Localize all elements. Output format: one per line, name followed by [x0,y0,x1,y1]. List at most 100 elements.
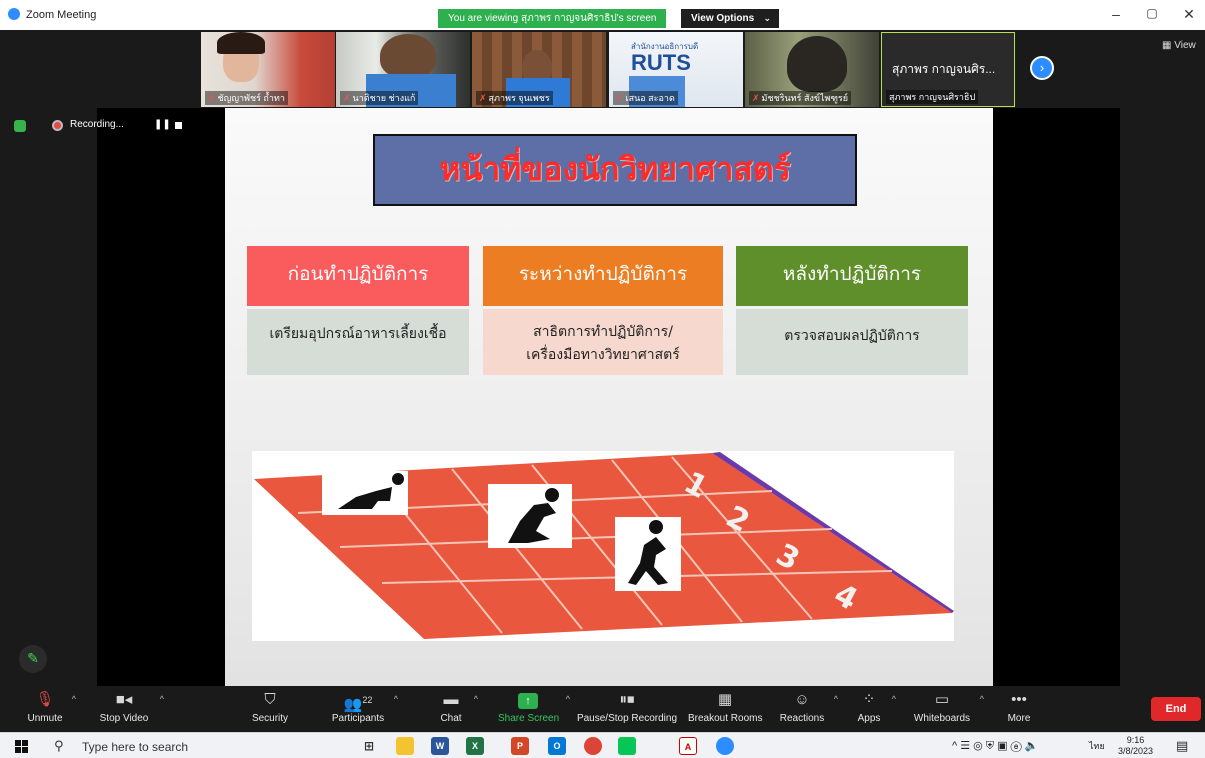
language-indicator[interactable]: ไทย [1089,739,1105,753]
view-options-button[interactable]: View Options ⌄ [681,9,779,28]
system-tray-icons[interactable]: ^ ☰ ◎ ⛨ ▣ ⓔ 🔈 [952,739,1039,753]
zoom-taskbar-icon[interactable] [716,737,734,755]
column-body-text: เครื่องมือทางวิทยาศาสตร์ [526,347,680,363]
search-placeholder: Type here to search [82,740,189,754]
powerpoint-icon[interactable]: P [511,737,529,755]
participant-name-text: เสนอ สะอาด [625,93,675,103]
participants-icon: 👥22 [343,695,373,713]
excel-icon[interactable]: X [466,737,484,755]
zoom-logo-icon [8,8,20,20]
chat-bubble-icon: ▬ [443,691,459,708]
participant-thumb[interactable]: ✗ นาติชาย ช่างแก้ [336,32,470,107]
pause-stop-recording-label: Pause/Stop Recording [576,713,678,724]
view-button[interactable]: ▦ View [1162,40,1196,51]
participant-thumb[interactable]: สำนักงานอธิการบดี RUTS ✗ เสนอ สะอาด [609,32,743,107]
windows-start-icon[interactable] [15,740,29,753]
chevron-up-icon[interactable]: ^ [160,694,164,704]
clock-date: 3/8/2023 [1118,746,1154,756]
chevron-up-icon[interactable]: ^ [980,694,984,704]
video-camera-icon: ■◂ [115,691,133,708]
chrome-icon[interactable] [584,737,602,755]
taskbar-search-box[interactable]: ⚲ Type here to search [48,735,308,757]
column-body-after: ตรวจสอบผลปฏิบัติการ [736,309,968,375]
stop-video-button[interactable]: ■◂ ^ Stop Video [96,690,164,724]
participant-thumb[interactable]: ✗ สุภาพร จุนเพชร [472,32,606,107]
org-logo-text: RUTS [631,50,691,75]
participant-thumb[interactable]: ✗ มัชชรินทร์ สังข์ไพฑูรย์ [745,32,879,107]
participants-label: Participants [331,713,385,724]
participants-count: 22 [362,695,373,705]
minimize-button[interactable]: – [1106,6,1126,22]
runner-crouch [322,471,408,515]
runner-sprint [615,517,681,591]
system-clock[interactable]: 9:16 3/8/2023 [1118,735,1153,757]
apps-label: Apps [857,713,881,724]
chat-label: Chat [440,713,462,724]
line-app-icon[interactable] [618,737,636,755]
whiteboards-button[interactable]: ▭ ^ Whiteboards [912,690,984,724]
breakout-grid-icon: ▦ [717,691,733,708]
breakout-rooms-button[interactable]: ▦ Breakout Rooms [688,690,762,724]
mic-off-icon: 🎙 [35,691,55,708]
annotate-pen-icon[interactable]: ✎ [19,645,47,673]
end-meeting-button[interactable]: End [1151,697,1201,721]
running-track-svg: 1 2 3 4 [254,452,954,639]
stop-recording-icon[interactable] [175,122,182,129]
participant-thumb-active-speaker[interactable]: สุภาพร กาญจนศิร... สุภาพร กาญจนศิราธิป [881,32,1015,107]
participant-thumb[interactable]: ✗ ชัญญาพัชร์ ถ้ำทา [201,32,335,107]
chevron-up-icon[interactable]: ^ [72,694,76,704]
chevron-up-icon[interactable]: ^ [892,694,896,704]
share-screen-button[interactable]: ↑ ^ Share Screen [498,690,570,724]
chevron-up-icon[interactable]: ^ [834,694,838,704]
pause-recording-icon[interactable]: ❚❚ [154,119,171,130]
mic-muted-icon: ✗ [208,93,216,103]
pause-stop-recording-button[interactable]: ⏸⏹ Pause/Stop Recording [576,690,678,724]
column-body-before: เตรียมอุปกรณ์อาหารเลี้ยงเชื้อ [247,309,469,375]
participant-name-text: นาติชาย ช่างแก้ [352,93,416,103]
outlook-icon[interactable]: O [548,737,566,755]
more-label: More [1007,713,1031,724]
next-page-arrow-icon[interactable]: › [1030,56,1054,80]
view-label: View [1174,40,1196,51]
windows-taskbar: ⚲ Type here to search ⊞ W X P O A ^ ☰ ◎ … [0,732,1205,758]
mic-muted-icon: ✗ [752,93,760,103]
pause-stop-icon: ⏸⏹ [619,691,635,708]
participant-face [380,34,436,78]
recording-dot-icon [52,120,63,131]
chevron-up-icon[interactable]: ^ [394,694,398,704]
word-icon[interactable]: W [431,737,449,755]
participants-button[interactable]: 👥22 ^ Participants [330,690,398,724]
apps-button[interactable]: ⁘ ^ Apps [854,690,896,724]
participant-video-strip: ✗ ชัญญาพัชร์ ถ้ำทา ✗ นาติชาย ช่างแก้ ✗ สุภา… [0,30,1205,108]
more-button[interactable]: ••• More [1004,690,1034,724]
restore-button[interactable]: ▢ [1142,6,1162,20]
unmute-button[interactable]: 🎙 ^ Unmute [26,690,76,724]
clock-time: 9:16 [1126,735,1145,745]
column-body-text: เตรียมอุปกรณ์อาหารเลี้ยงเชื้อ [269,326,447,342]
grid-icon: ▦ [1162,40,1175,51]
acrobat-icon[interactable]: A [679,737,697,755]
column-header-before: ก่อนทำปฏิบัติการ [247,246,469,306]
mic-muted-icon: ✗ [343,93,351,103]
reactions-button[interactable]: ☺ ^ Reactions [778,690,838,724]
participant-name: ✗ ชัญญาพัชร์ ถ้ำทา [205,91,288,105]
share-screen-icon: ↑ [498,690,558,710]
search-icon: ⚲ [54,738,64,753]
zoom-window: Zoom Meeting You are viewing สุภาพร กาญจ… [0,0,1205,758]
chevron-up-icon[interactable]: ^ [566,694,570,704]
view-options-label: View Options [691,13,755,24]
close-button[interactable]: ✕ [1179,6,1199,23]
notification-icon[interactable]: ▤ [1176,738,1188,754]
title-bar: Zoom Meeting You are viewing สุภาพร กาญจ… [0,0,1205,30]
breakout-rooms-label: Breakout Rooms [688,713,763,724]
chevron-down-icon: ⌄ [763,13,771,23]
window-title: Zoom Meeting [26,9,97,21]
security-button[interactable]: ⛉ Security [250,690,290,724]
chat-button[interactable]: ▬ ^ Chat [436,690,478,724]
participant-name-text: สุภาพร กาญจนศิราธิป [889,92,976,102]
task-view-icon[interactable]: ⊞ [360,737,378,755]
file-explorer-icon[interactable] [396,737,414,755]
smiley-icon: ☺ [794,691,810,708]
recording-label: Recording... [70,119,124,130]
chevron-up-icon[interactable]: ^ [474,694,478,704]
